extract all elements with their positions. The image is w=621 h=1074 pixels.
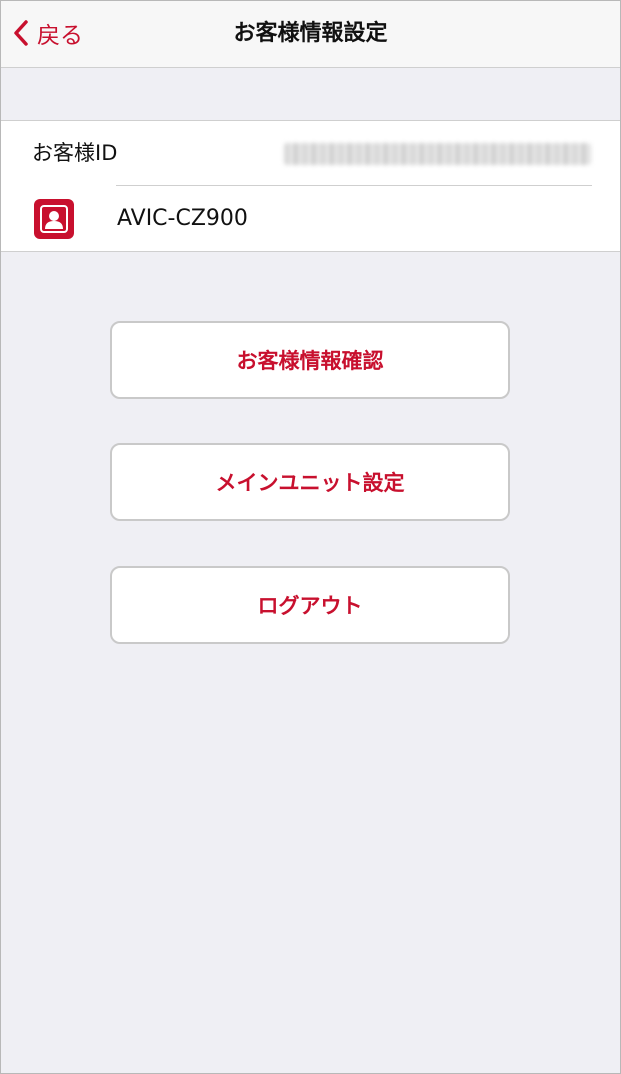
- main-unit-row: AVIC-CZ900: [1, 186, 620, 251]
- main-unit-name: AVIC-CZ900: [117, 206, 248, 231]
- main-unit-settings-button[interactable]: メインユニット設定: [110, 443, 510, 521]
- app-frame: 戻る お客様情報設定 お客様ID AVIC-CZ900 お客様情報確認 メインユ…: [0, 0, 621, 1074]
- customer-id-value-redacted: [284, 143, 591, 165]
- person-icon: [34, 199, 74, 239]
- logout-button[interactable]: ログアウト: [110, 566, 510, 644]
- account-info-group: お客様ID AVIC-CZ900: [1, 120, 620, 252]
- customer-id-label: お客様ID: [32, 141, 118, 165]
- navigation-bar: 戻る お客様情報設定: [1, 1, 620, 68]
- customer-id-row: お客様ID: [1, 121, 620, 186]
- confirm-customer-info-button[interactable]: お客様情報確認: [110, 321, 510, 399]
- page-title: お客様情報設定: [233, 21, 388, 46]
